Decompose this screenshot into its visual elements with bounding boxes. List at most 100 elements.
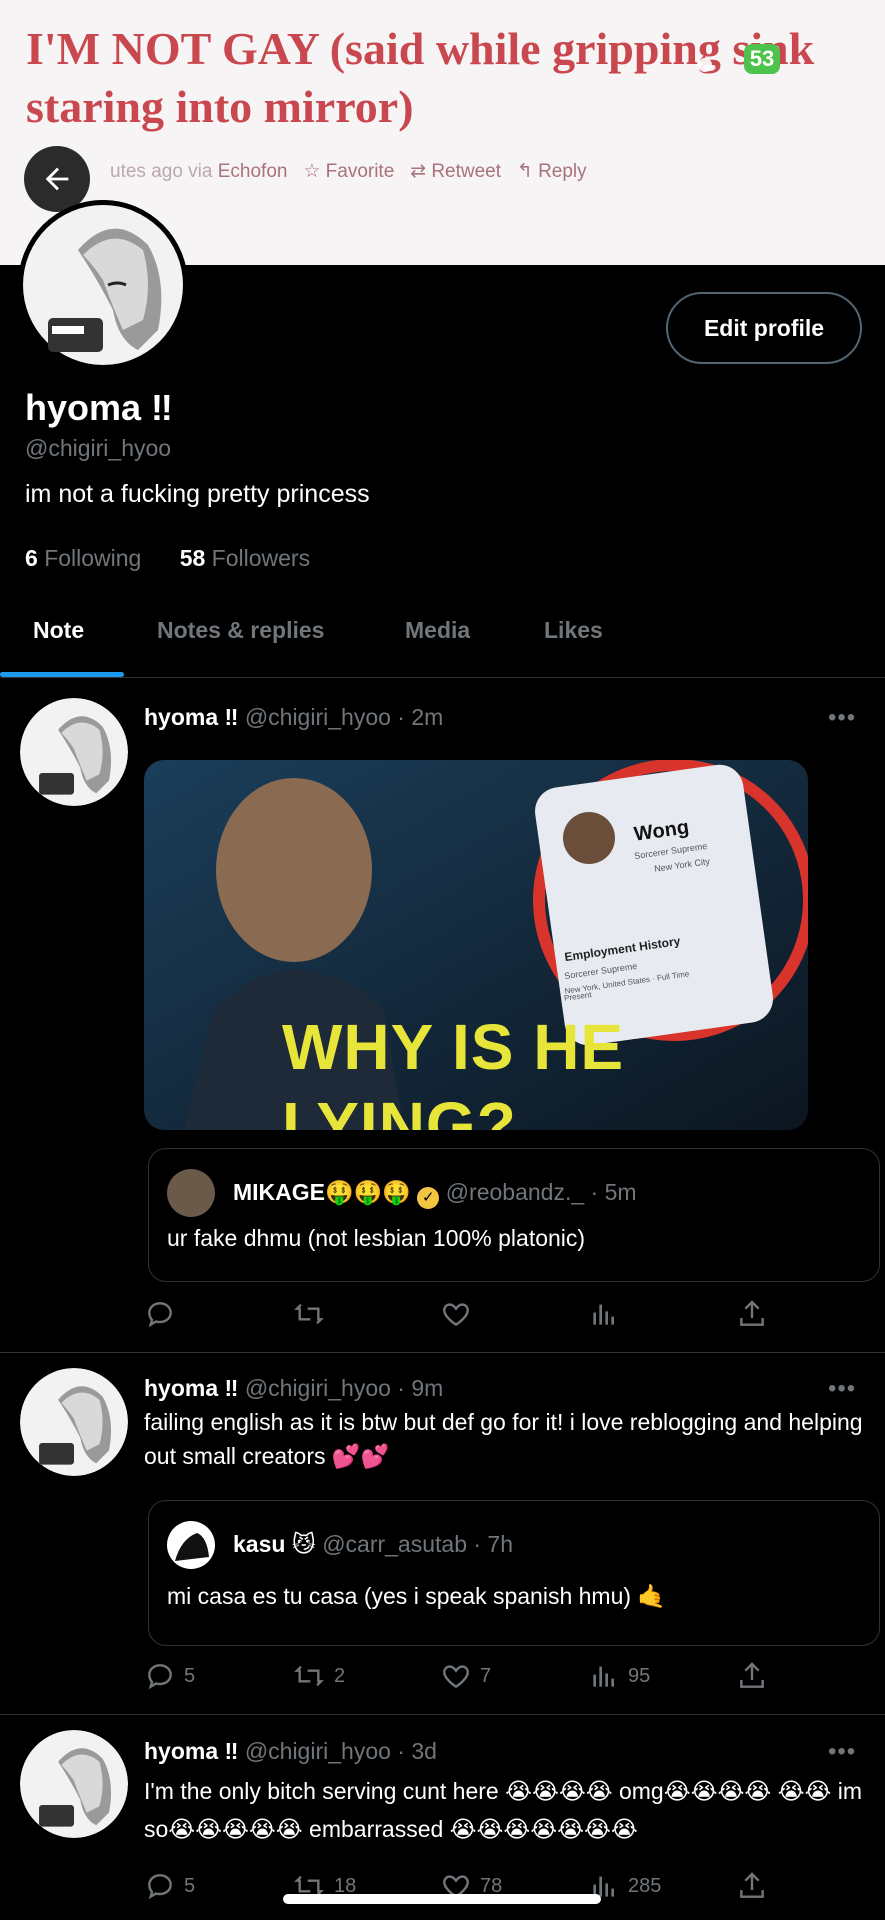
share-button[interactable] [736,1660,768,1692]
followers-link[interactable]: 58 Followers [180,545,310,571]
reply-button[interactable]: 5 [144,1660,195,1692]
views-count: 95 [628,1664,651,1687]
tweet-divider [0,1714,885,1715]
reply-count: 5 [184,1874,196,1897]
quote-text: mi casa es tu casa (yes i speak spanish … [167,1583,667,1609]
banner-meta-client: Echofon [217,161,288,182]
tweet-header: hyoma ‼ @chigiri_hyoo · 2m [144,704,443,731]
quote-avatar [167,1169,215,1217]
banner-title: I'M NOT GAY (said while gripping sink st… [26,23,815,132]
followers-label: Followers [211,545,311,571]
share-button[interactable] [736,1870,768,1902]
share-icon [740,1872,764,1898]
verified-badge-icon: ✓ [417,1187,440,1209]
views-button[interactable]: 95 [588,1660,650,1692]
reply-icon [148,1874,172,1900]
retweet-button[interactable]: 2 [292,1660,345,1692]
tweet-actions [144,1298,784,1338]
heart-icon [443,1303,469,1327]
arrow-left-icon [45,167,69,191]
banner-meta-retweet: ⇄ Retweet [410,161,502,182]
views-count: 285 [628,1874,662,1897]
quote-author-name: kasu 😼 [233,1531,316,1557]
views-button[interactable] [588,1298,628,1330]
retweet-button[interactable] [292,1298,334,1330]
heart-icon [443,1665,469,1689]
banner-meta: utes ago via Echofon ☆ Favorite ⇄ Retwee… [110,160,587,183]
tweet-author-name[interactable]: hyoma ‼ [144,704,238,730]
share-icon [740,1662,764,1688]
battery-indicator: 53 [744,44,780,74]
tweet-avatar[interactable] [20,1730,128,1838]
tweet-avatar[interactable] [20,698,128,806]
tweet-header: hyoma ‼ @chigiri_hyoo · 9m [144,1375,443,1402]
following-link[interactable]: 6 Following [25,545,141,571]
media-caption-line2: LYING? [282,1089,517,1130]
reply-button[interactable] [144,1298,184,1330]
banner-meta-reply: ↰ Reply [516,161,587,182]
following-count: 6 [25,545,38,571]
share-button[interactable] [736,1298,768,1330]
reply-button[interactable]: 5 [144,1870,195,1902]
tweet-header: hyoma ‼ @chigiri_hyoo · 3d [144,1738,437,1765]
views-icon [593,1666,614,1687]
quote-header: MIKAGE🤑🤑🤑 ✓ @reobandz._ · 5m [233,1179,637,1209]
tweet-author-name[interactable]: hyoma ‼ [144,1738,238,1764]
tweet-meta: @chigiri_hyoo · 9m [244,1375,444,1401]
followers-count: 58 [179,545,206,571]
tweet-meta: @chigiri_hyoo · 3d [244,1738,437,1764]
quoted-tweet[interactable]: kasu 😼 @carr_asutab · 7h mi casa es tu c… [148,1500,880,1646]
home-indicator[interactable] [283,1894,601,1904]
profile-display-name: hyoma ‼ [25,387,173,428]
banner-meta-time: utes ago via [110,161,213,182]
more-options-icon[interactable]: ••• [828,1375,856,1403]
quote-avatar [167,1521,215,1569]
views-icon [593,1304,614,1325]
profile-avatar[interactable] [18,200,188,370]
profile-bio: im not a fucking pretty princess [25,480,370,508]
avatar-image [20,1730,128,1838]
more-options-icon[interactable]: ••• [828,1738,856,1766]
tweet-actions: 5 2 7 95 [144,1660,784,1700]
tab-notes-replies[interactable]: Notes & replies [157,617,324,644]
avatar-image [20,698,128,806]
avatar-image [18,200,188,370]
like-button[interactable]: 7 [440,1660,491,1692]
retweet-icon [294,1303,324,1325]
media-caption-line1: WHY IS HE [282,1011,625,1083]
tweet-avatar[interactable] [20,1368,128,1476]
tweet-divider [0,1352,885,1353]
tweet-text: I'm the only bitch serving cunt here 😭😭😭… [144,1778,862,1842]
status-indicator [698,58,712,72]
profile-tabs: Note Notes & replies Media Likes [0,605,885,678]
tweet-media-image[interactable]: Wong Sorcerer Supreme New York City Empl… [144,760,808,1130]
edit-profile-button[interactable]: Edit profile [666,292,862,364]
banner-meta-favorite: ☆ Favorite [303,161,395,182]
following-label: Following [44,545,142,571]
quote-header: kasu 😼 @carr_asutab · 7h [233,1531,513,1558]
tab-media[interactable]: Media [405,617,470,644]
quote-author-name: MIKAGE🤑🤑🤑 [233,1179,411,1205]
tweet-text: failing english as it is btw but def go … [144,1409,863,1469]
retweet-icon [294,1665,324,1687]
like-count: 7 [480,1664,492,1687]
profile-handle: @chigiri_hyoo [25,435,172,461]
reply-icon [148,1302,172,1328]
avatar-image [175,1533,209,1561]
quoted-tweet[interactable]: MIKAGE🤑🤑🤑 ✓ @reobandz._ · 5m ur fake dhm… [148,1148,880,1282]
share-icon [740,1300,764,1326]
avatar-image [20,1368,128,1476]
reply-count: 5 [184,1664,196,1687]
follow-stats: 6 Following 58 Followers [25,545,310,572]
tab-note[interactable]: Note [33,617,84,644]
tweet-meta: @chigiri_hyoo · 2m [244,704,444,730]
like-button[interactable] [440,1298,480,1330]
tab-likes[interactable]: Likes [544,617,603,644]
tweet-author-name[interactable]: hyoma ‼ [144,1375,238,1401]
quote-meta: @reobandz._ · 5m [445,1179,637,1205]
retweet-count: 2 [334,1664,346,1687]
active-tab-indicator [0,672,124,677]
more-options-icon[interactable]: ••• [828,704,856,732]
tweet-actions: 5 18 78 285 [144,1870,784,1910]
quote-text: ur fake dhmu (not lesbian 100% platonic) [167,1225,586,1251]
